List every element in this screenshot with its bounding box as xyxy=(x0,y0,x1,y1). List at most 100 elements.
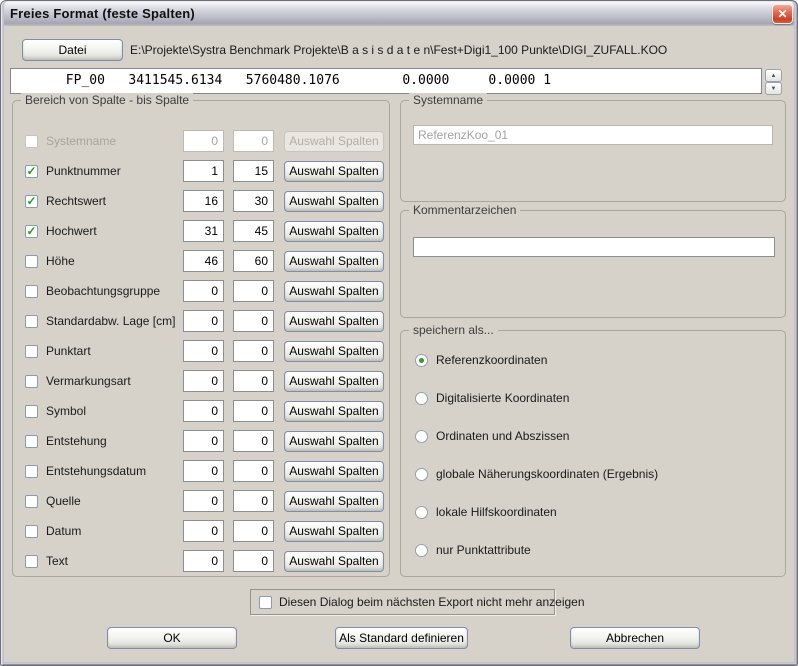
coordinate-preview[interactable]: FP_00 3411545.6134 5760480.1076 0.0000 0… xyxy=(10,68,762,94)
title-bar[interactable]: Freies Format (feste Spalten) ✕ xyxy=(0,0,798,26)
row-checkbox[interactable]: ✓ xyxy=(25,465,38,478)
row-label: Entstehung xyxy=(46,434,107,448)
column-from-field[interactable] xyxy=(183,130,224,152)
column-to-field[interactable] xyxy=(233,310,274,332)
row-checkbox[interactable]: ✓ xyxy=(25,195,38,208)
save-as-option[interactable]: nur Punktattribute xyxy=(415,540,531,560)
column-from-field[interactable] xyxy=(183,520,224,542)
column-to-field[interactable] xyxy=(233,280,274,302)
auswahl-spalten-button[interactable]: Auswahl Spalten xyxy=(284,191,384,212)
dont-show-label: Diesen Dialog beim nächsten Export nicht… xyxy=(279,595,585,609)
save-as-option[interactable]: Digitalisierte Koordinaten xyxy=(415,388,569,408)
column-from-field[interactable] xyxy=(183,280,224,302)
column-to-field[interactable] xyxy=(233,340,274,362)
auswahl-spalten-button[interactable]: Auswahl Spalten xyxy=(284,371,384,392)
auswahl-spalten-button[interactable]: Auswahl Spalten xyxy=(284,491,384,512)
row-checkbox[interactable]: ✓ xyxy=(25,435,38,448)
save-as-option[interactable]: Referenzkoordinaten xyxy=(415,350,547,370)
kommentarzeichen-input[interactable] xyxy=(413,237,775,257)
columns-group: Bereich von Spalte - bis Spalte ✓ System… xyxy=(12,100,390,577)
dont-show-checkbox[interactable]: ✓ xyxy=(259,596,272,609)
column-to-field[interactable] xyxy=(233,520,274,542)
row-label: Hochwert xyxy=(46,224,97,238)
column-from-field[interactable] xyxy=(183,160,224,182)
systemname-group-title: Systemname xyxy=(409,93,487,107)
row-checkbox[interactable]: ✓ xyxy=(25,495,38,508)
column-to-field[interactable] xyxy=(233,370,274,392)
row-checkbox[interactable]: ✓ xyxy=(25,225,38,238)
column-row: ✓ Quelle Auswahl Spalten xyxy=(13,486,389,516)
column-to-field[interactable] xyxy=(233,190,274,212)
datei-button[interactable]: Datei xyxy=(22,39,123,61)
column-from-field[interactable] xyxy=(183,190,224,212)
row-checkbox[interactable]: ✓ xyxy=(25,375,38,388)
systemname-input[interactable] xyxy=(413,125,773,145)
radio-label: Referenzkoordinaten xyxy=(436,353,547,367)
column-from-field[interactable] xyxy=(183,220,224,242)
auswahl-spalten-button[interactable]: Auswahl Spalten xyxy=(284,461,384,482)
column-to-field[interactable] xyxy=(233,400,274,422)
radio-icon xyxy=(415,392,428,405)
ok-button[interactable]: OK xyxy=(107,627,237,649)
als-standard-definieren-button[interactable]: Als Standard definieren xyxy=(335,627,468,649)
column-to-field[interactable] xyxy=(233,160,274,182)
check-icon: ✓ xyxy=(26,225,36,237)
column-from-field[interactable] xyxy=(183,250,224,272)
row-checkbox[interactable]: ✓ xyxy=(25,405,38,418)
radio-label: Ordinaten und Abszissen xyxy=(436,429,569,443)
column-row: ✓ Datum Auswahl Spalten xyxy=(13,516,389,546)
column-to-field[interactable] xyxy=(233,220,274,242)
auswahl-spalten-button[interactable]: Auswahl Spalten xyxy=(284,401,384,422)
row-label: Standardabw. Lage [cm] xyxy=(46,314,175,328)
column-from-field[interactable] xyxy=(183,370,224,392)
column-to-field[interactable] xyxy=(233,430,274,452)
auswahl-spalten-button[interactable]: Auswahl Spalten xyxy=(284,431,384,452)
column-row: ✓ Entstehungsdatum Auswahl Spalten xyxy=(13,456,389,486)
column-from-field[interactable] xyxy=(183,400,224,422)
abbrechen-button[interactable]: Abbrechen xyxy=(570,627,700,649)
check-icon: ✓ xyxy=(26,165,36,177)
auswahl-spalten-button[interactable]: Auswahl Spalten xyxy=(284,341,384,362)
row-checkbox[interactable]: ✓ xyxy=(25,255,38,268)
row-label: Systemname xyxy=(46,134,116,148)
auswahl-spalten-button[interactable]: Auswahl Spalten xyxy=(284,521,384,542)
column-from-field[interactable] xyxy=(183,490,224,512)
column-to-field[interactable] xyxy=(233,460,274,482)
auswahl-spalten-button[interactable]: Auswahl Spalten xyxy=(284,251,384,272)
column-to-field[interactable] xyxy=(233,250,274,272)
auswahl-spalten-button[interactable]: Auswahl Spalten xyxy=(284,161,384,182)
arrow-up-icon: ▲ xyxy=(771,73,777,79)
row-checkbox[interactable]: ✓ xyxy=(25,345,38,358)
column-to-field[interactable] xyxy=(233,130,274,152)
save-as-option[interactable]: lokale Hilfskoordinaten xyxy=(415,502,557,522)
column-from-field[interactable] xyxy=(183,550,224,572)
auswahl-spalten-button[interactable]: Auswahl Spalten xyxy=(284,131,384,152)
auswahl-spalten-button[interactable]: Auswahl Spalten xyxy=(284,281,384,302)
column-to-field[interactable] xyxy=(233,550,274,572)
close-button[interactable]: ✕ xyxy=(772,4,793,24)
systemname-group: Systemname xyxy=(400,100,786,202)
spinner-down-button[interactable]: ▼ xyxy=(765,82,782,95)
auswahl-spalten-button[interactable]: Auswahl Spalten xyxy=(284,221,384,242)
row-checkbox[interactable]: ✓ xyxy=(25,135,38,148)
row-checkbox[interactable]: ✓ xyxy=(25,525,38,538)
save-as-option[interactable]: Ordinaten und Abszissen xyxy=(415,426,569,446)
column-from-field[interactable] xyxy=(183,460,224,482)
row-label: Punktnummer xyxy=(46,164,121,178)
row-checkbox[interactable]: ✓ xyxy=(25,555,38,568)
save-as-option[interactable]: globale Näherungskoordinaten (Ergebnis) xyxy=(415,464,658,484)
column-from-field[interactable] xyxy=(183,310,224,332)
column-to-field[interactable] xyxy=(233,490,274,512)
auswahl-spalten-button[interactable]: Auswahl Spalten xyxy=(284,311,384,332)
column-from-field[interactable] xyxy=(183,430,224,452)
column-row: ✓ Systemname Auswahl Spalten xyxy=(13,126,389,156)
column-rows: ✓ Systemname Auswahl Spalten ✓ Punktnumm… xyxy=(13,126,389,576)
auswahl-spalten-button[interactable]: Auswahl Spalten xyxy=(284,551,384,572)
column-row: ✓ Punktnummer Auswahl Spalten xyxy=(13,156,389,186)
row-checkbox[interactable]: ✓ xyxy=(25,285,38,298)
column-from-field[interactable] xyxy=(183,340,224,362)
row-checkbox[interactable]: ✓ xyxy=(25,165,38,178)
check-icon: ✓ xyxy=(26,195,36,207)
spinner-up-button[interactable]: ▲ xyxy=(765,69,782,82)
row-checkbox[interactable]: ✓ xyxy=(25,315,38,328)
